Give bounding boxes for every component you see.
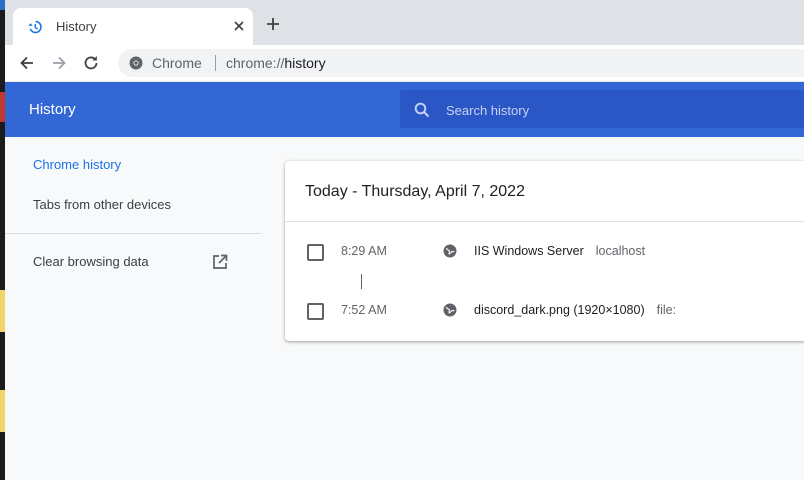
reload-button[interactable] <box>81 53 101 73</box>
card-divider <box>285 221 804 222</box>
sidebar-item-tabs-from-other-devices[interactable]: Tabs from other devices <box>33 197 171 212</box>
search-icon[interactable] <box>413 101 431 119</box>
history-icon <box>28 20 42 34</box>
new-tab-button[interactable] <box>265 16 281 32</box>
history-entry[interactable]: 8:29 AM IIS Windows Server localhost <box>285 231 804 271</box>
entry-title-text[interactable]: IIS Windows Server <box>474 244 584 258</box>
date-heading: Today - Thursday, April 7, 2022 <box>305 183 525 200</box>
sidebar: Chrome history Tabs from other devices C… <box>5 137 265 480</box>
sidebar-divider <box>5 233 261 234</box>
entry-domain: localhost <box>595 244 646 258</box>
tab-history[interactable]: History <box>13 8 253 45</box>
url-path: history <box>284 55 326 71</box>
entry-checkbox[interactable] <box>307 244 324 261</box>
close-icon[interactable] <box>231 18 247 34</box>
open-in-new-icon[interactable] <box>211 253 229 271</box>
omnibox-separator <box>215 55 216 71</box>
chrome-icon <box>129 56 143 70</box>
toolbar: Chrome chrome://history <box>5 45 804 82</box>
address-bar[interactable]: Chrome chrome://history <box>118 49 804 77</box>
history-toolbar: History <box>5 82 804 137</box>
history-card: Today - Thursday, April 7, 2022 8:29 AM … <box>285 161 804 341</box>
entry-domain: file: <box>656 303 677 317</box>
forward-button[interactable] <box>49 53 69 73</box>
sidebar-item-clear-browsing-data[interactable]: Clear browsing data <box>33 254 149 269</box>
search-input[interactable] <box>444 99 788 121</box>
sidebar-item-chrome-history[interactable]: Chrome history <box>33 157 121 172</box>
url-scheme: chrome:// <box>226 55 285 71</box>
url-text: chrome://history <box>226 55 326 71</box>
site-chip-label: Chrome <box>152 55 202 71</box>
entry-title[interactable]: IIS Windows Server localhost <box>474 244 645 258</box>
history-entry[interactable]: 7:52 AM discord_dark.png (1920×1080) file… <box>285 290 804 330</box>
page-title: History <box>29 101 76 118</box>
globe-icon <box>443 244 457 258</box>
tab-strip: History <box>5 0 804 45</box>
back-button[interactable] <box>17 53 37 73</box>
entry-time: 8:29 AM <box>341 244 387 258</box>
entry-title[interactable]: discord_dark.png (1920×1080) file: <box>474 303 676 317</box>
entry-time: 7:52 AM <box>341 303 387 317</box>
search-field[interactable] <box>400 90 804 128</box>
time-gap-indicator <box>361 274 362 289</box>
globe-icon <box>443 303 457 317</box>
entry-checkbox[interactable] <box>307 303 324 320</box>
entry-title-text[interactable]: discord_dark.png (1920×1080) <box>474 303 645 317</box>
tab-title: History <box>56 19 97 34</box>
